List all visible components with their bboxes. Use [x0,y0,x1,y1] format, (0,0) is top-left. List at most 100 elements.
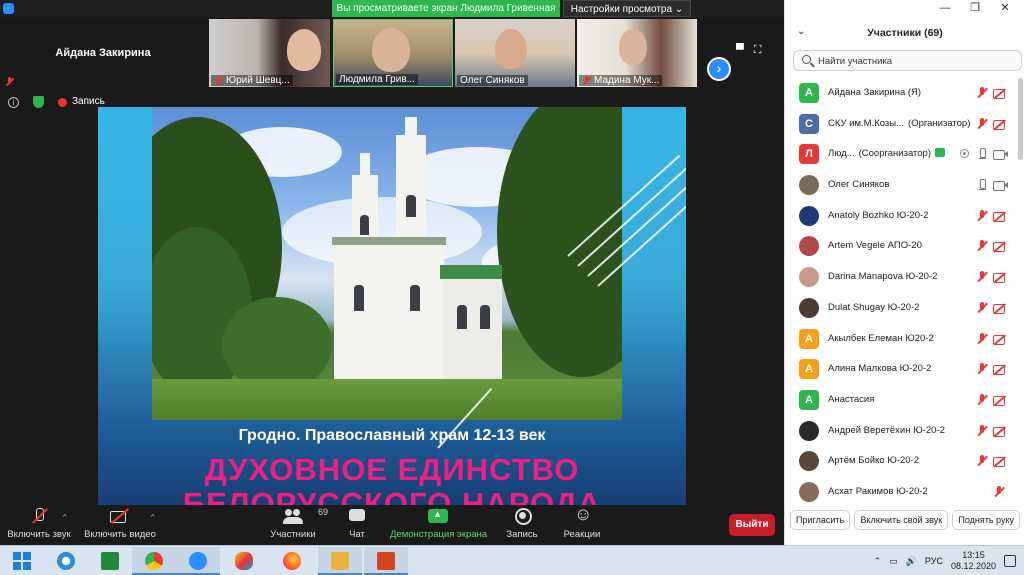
participant-row[interactable]: А Алина Малкова Ю-20-2 [785,354,1017,385]
participants-panel-title: Участники (69) [867,27,943,39]
church-window [410,285,420,311]
participant-row[interactable]: А Айдана Закирина (Я) [785,78,1017,109]
participant-row[interactable]: Олег Синяков [785,170,1017,201]
participant-row[interactable]: Артём Бойко Ю-20-2 [785,446,1017,477]
thumbnail-self[interactable]: Айдана Закирина [0,19,206,87]
clock[interactable]: 13:15 08.12.2020 [951,550,996,572]
avatar: А [799,83,819,103]
chat-icon [348,507,366,525]
participant-row[interactable]: Л Люд... (Соорганизатор) [785,139,1017,170]
taskbar-app-zoom[interactable] [176,547,220,575]
thumbnail-participant[interactable]: Олег Синяков [455,19,575,87]
taskbar-app-explorer[interactable] [318,547,362,575]
participant-row[interactable]: С СКУ им.М.Козы... (Организатор) [785,109,1017,140]
next-thumbnails-button[interactable]: › [707,57,731,81]
church-window [406,195,416,217]
taskbar-app-chrome[interactable] [132,547,176,575]
tray-expand-icon[interactable]: ⌃ [874,556,882,567]
share-screen-button[interactable]: Демонстрация экрана [390,507,487,540]
thumbnail-participant[interactable]: Юрий Шевц... [209,19,330,87]
audio-options-caret[interactable]: ^ [63,513,67,522]
mic-icon [976,179,988,191]
avatar [799,481,819,502]
restore-button[interactable]: ❐ [960,0,990,17]
camera-off-icon [993,271,1007,284]
info-icon[interactable]: i [8,97,19,108]
participant-row[interactable]: Dulat Shugay Ю-20-2 [785,293,1017,324]
taskbar-app-powerpoint[interactable] [364,547,408,575]
notifications-icon[interactable] [1004,555,1016,567]
unmute-audio-button[interactable]: Включить звук [6,507,72,540]
participants-scrollbar[interactable] [1018,78,1023,160]
mic-muted-icon [993,485,1005,498]
network-icon[interactable]: ▭ [889,556,898,567]
mic-muted-icon [976,271,988,283]
minimize-button[interactable]: — [930,0,960,17]
participant-row[interactable]: Асхат Ракимов Ю-20-2 [785,477,1017,508]
status-dot-icon [960,149,969,159]
slide-title-line: БЕЛОРУССКОГО НАРОДА [182,486,602,506]
camera-off-icon [993,363,1007,376]
language-indicator[interactable]: РУС [925,556,943,566]
participants-icon: 69 [282,507,328,525]
mic-muted-icon [976,240,988,252]
invite-button[interactable]: Пригласить [790,510,851,530]
participant-name: Anatoly Bozhko Ю-20-2 [828,209,929,221]
participant-face [495,29,527,69]
raise-hand-button[interactable]: Поднять руку [952,510,1020,530]
participant-name: Асхат Ракимов Ю-20-2 [828,485,928,497]
avatar: А [799,389,819,410]
reactions-button[interactable]: Реакции [562,504,602,540]
participant-search[interactable] [793,50,1022,71]
hide-thumbnails-icon[interactable]: ▀ [736,44,744,57]
mic-muted-icon [214,76,223,85]
thumbnail-participant[interactable]: Мадина Мук... [577,19,697,87]
shared-screen-slide: Гродно. Православный храм 12-13 век ДУХО… [98,107,686,505]
participant-row[interactable]: Darina Manapova Ю-20-2 [785,262,1017,293]
volume-icon[interactable]: 🔊 [906,556,917,567]
chat-button[interactable]: Чат [340,507,374,540]
participant-name-label: Акылбек Елеман Ю20-2 [828,333,934,344]
taskbar-app-firefox[interactable] [270,547,314,575]
lawn [152,379,622,420]
shield-icon[interactable] [33,96,44,108]
unmute-self-button[interactable]: Включить свой звук [854,510,949,530]
slide-caption: Гродно. Православный храм 12-13 век [238,427,546,444]
taskbar-app-store[interactable] [88,547,132,575]
participants-button[interactable]: 69 Участники [268,507,328,540]
participant-name-label: Darina Manapova Ю-20-2 [828,271,937,282]
participant-row[interactable]: А Акылбек Елеман Ю20-2 [785,324,1017,355]
start-video-button[interactable]: Включить видео [84,507,156,540]
slide-title: ДУХОВНОЕ ЕДИНСТВО БЕЛОРУССКОГО НАРОДА [98,453,686,506]
taskbar-app-ie[interactable] [44,547,88,575]
thumbnail-participant-active-speaker[interactable]: Людмила Грив... [333,19,453,87]
mic-muted-icon [30,507,48,525]
participant-row[interactable]: Anatoly Bozhko Ю-20-2 [785,201,1017,232]
avatar [799,175,819,196]
view-options-button[interactable]: Настройки просмотра ⌄ [563,0,691,17]
thumbnail-name: Юрий Шевц... [226,75,290,86]
record-button[interactable]: Запись [503,507,541,540]
video-options-caret[interactable]: ^ [151,513,155,522]
close-button[interactable]: ✕ [990,0,1020,17]
fullscreen-icon[interactable]: ⛶ [754,44,762,57]
avatar: А [799,359,819,380]
participants-panel: ⌄ Участники (69) А Айдана Закирина (Я) С СК… [784,0,1024,545]
participant-name: Акылбек Елеман Ю20-2 [828,332,934,344]
unmute-audio-label: Включить звук [7,529,71,540]
start-button[interactable] [0,547,44,575]
mic-muted-icon [976,117,988,130]
participant-row[interactable]: Андрей Веретёхин Ю-20-2 [785,416,1017,447]
powerpoint-icon [377,552,395,570]
taskbar-app-paint[interactable] [222,547,266,575]
leave-meeting-button[interactable]: Выйти [729,514,775,536]
thumbnail-name-label: Мадина Мук... [579,75,663,86]
participant-name: Олег Синяков [828,179,890,191]
participant-search-input[interactable] [818,54,1018,68]
participant-row[interactable]: А Анастасия [785,385,1017,416]
participant-row[interactable]: Artem Vegele АПО-20 [785,231,1017,262]
internet-explorer-icon [57,552,75,570]
windows-logo-icon [13,552,31,570]
thumbnail-name: Людмила Грив... [339,74,415,85]
recording-indicator-icon [58,98,67,107]
